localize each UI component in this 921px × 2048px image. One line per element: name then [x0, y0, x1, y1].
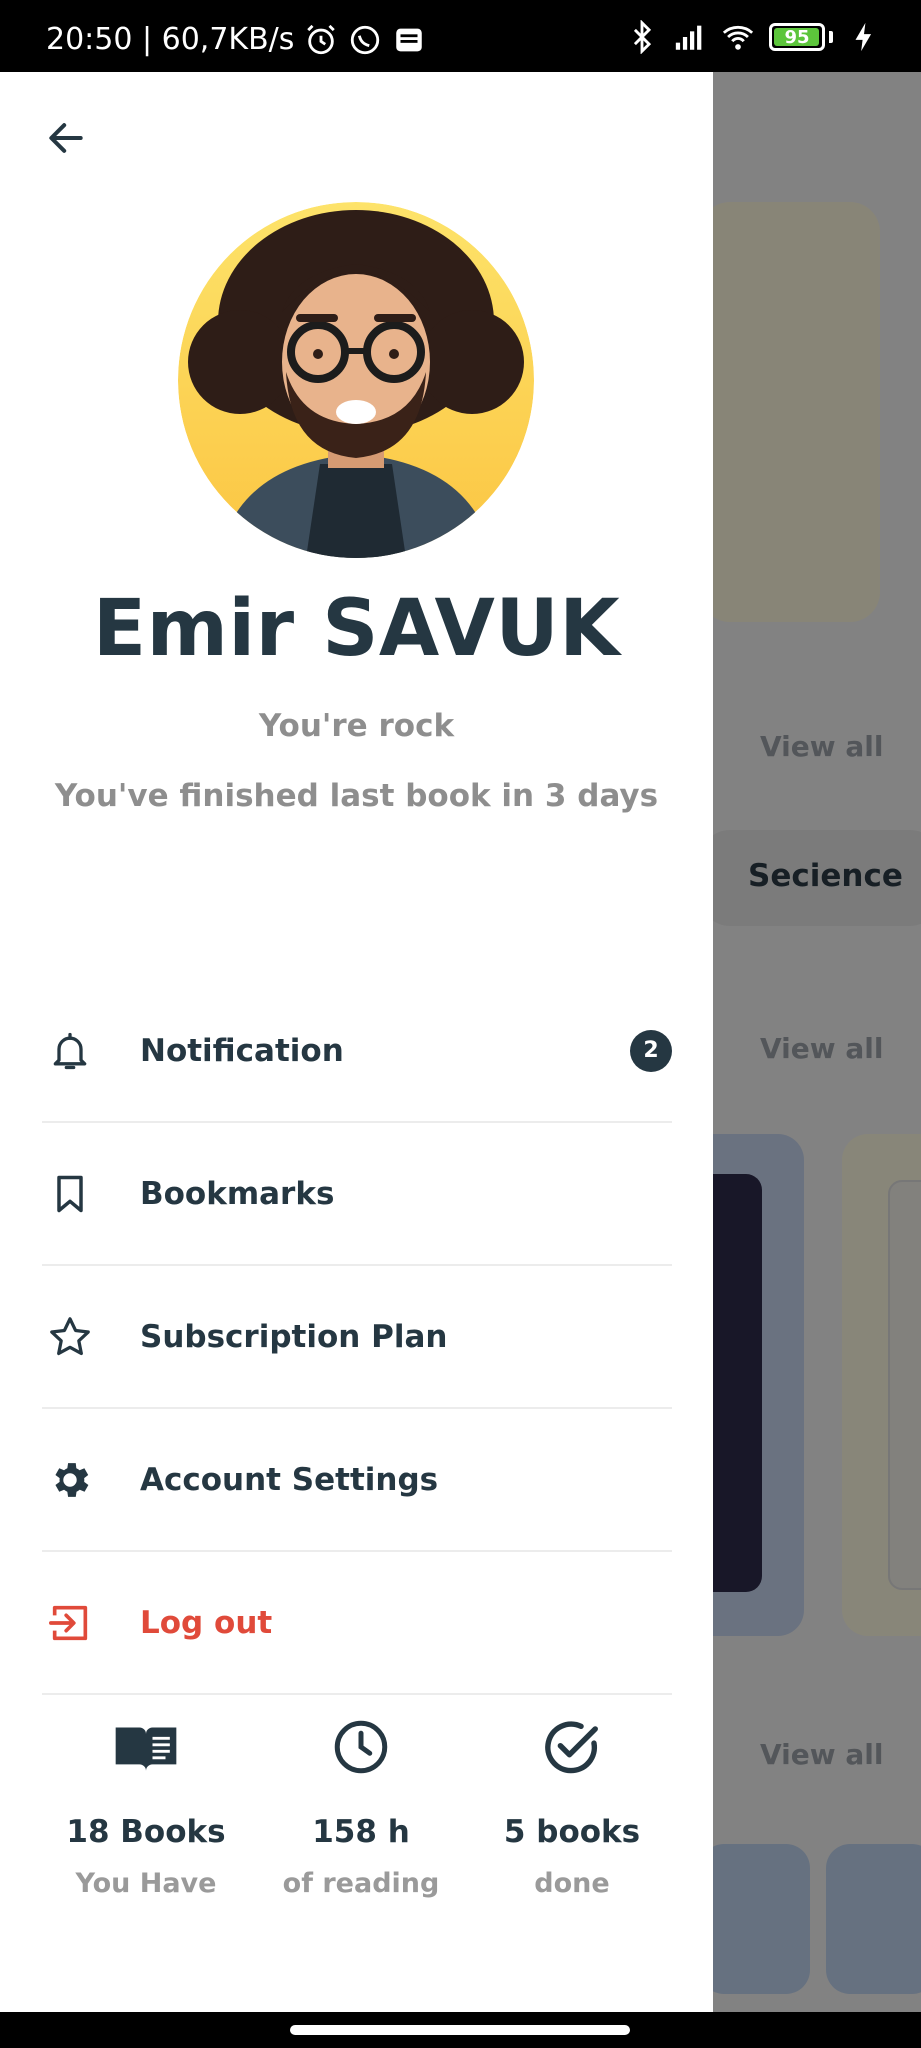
- open-book-icon: [41, 1712, 251, 1782]
- stat-value: 158 h: [312, 1814, 410, 1850]
- drawer-menu: Notification 2 Bookmarks Subscription Pl…: [42, 980, 672, 1695]
- stat-books-done: 5 books done: [467, 1712, 677, 1899]
- user-name: Emir SAVUK: [92, 584, 621, 674]
- clock-icon: [256, 1712, 466, 1782]
- avatar[interactable]: [178, 202, 534, 558]
- battery-cap: [829, 31, 833, 43]
- stat-reading-hours: 158 h of reading: [256, 1712, 466, 1899]
- check-circle-icon: [467, 1712, 677, 1782]
- stat-value: 18 Books: [66, 1814, 226, 1850]
- status-bar: 20:50 | 60,7KB/s 95: [0, 0, 921, 72]
- status-left: 20:50 | 60,7KB/s: [46, 22, 426, 57]
- menu-item-account-settings[interactable]: Account Settings: [42, 1409, 672, 1552]
- navigation-drawer: Emir SAVUK You're rock You've finished l…: [0, 72, 713, 2012]
- menu-item-label: Subscription Plan: [140, 1318, 448, 1355]
- menu-item-subscription-plan[interactable]: Subscription Plan: [42, 1266, 672, 1409]
- menu-item-logout[interactable]: Log out: [42, 1552, 672, 1695]
- whatsapp-icon: [351, 25, 380, 54]
- menu-item-label: Bookmarks: [140, 1175, 335, 1212]
- signal-icon: [675, 25, 702, 50]
- message-icon: [396, 28, 423, 51]
- alarm-icon: [307, 24, 336, 54]
- arrow-left-icon: [49, 123, 83, 153]
- stat-books: 18 Books You Have: [41, 1712, 251, 1899]
- wifi-icon: [722, 25, 754, 50]
- bell-icon: [42, 1023, 98, 1079]
- status-right: 95: [625, 20, 881, 54]
- battery-level: 95: [784, 26, 810, 48]
- reading-summary: You've finished last book in 3 days: [54, 778, 659, 814]
- menu-item-bookmarks[interactable]: Bookmarks: [42, 1123, 672, 1266]
- menu-item-label: Account Settings: [140, 1461, 439, 1498]
- user-tagline: You're rock: [258, 708, 455, 744]
- stat-label: done: [534, 1868, 610, 1899]
- charging-icon: [855, 22, 872, 52]
- stat-label: of reading: [282, 1868, 440, 1899]
- stat-value: 5 books: [503, 1814, 641, 1850]
- battery-icon: 95: [769, 23, 825, 51]
- bookmark-icon: [42, 1166, 98, 1222]
- logout-icon: [42, 1595, 98, 1651]
- bluetooth-icon: [633, 20, 652, 54]
- menu-item-notification[interactable]: Notification 2: [42, 980, 672, 1123]
- status-time-speed: 20:50 | 60,7KB/s: [46, 22, 295, 57]
- avatar-illustration: [178, 202, 534, 558]
- back-button[interactable]: [40, 112, 92, 164]
- notification-badge: 2: [630, 1029, 672, 1072]
- star-icon: [42, 1309, 98, 1365]
- menu-item-label: Notification: [140, 1032, 344, 1069]
- gear-icon: [42, 1452, 98, 1508]
- reading-stats: 18 Books You Have 158 h of reading 5 boo…: [0, 1712, 713, 1992]
- home-indicator[interactable]: [290, 2025, 630, 2035]
- stat-label: You Have: [75, 1868, 217, 1899]
- menu-item-label: Log out: [140, 1604, 273, 1641]
